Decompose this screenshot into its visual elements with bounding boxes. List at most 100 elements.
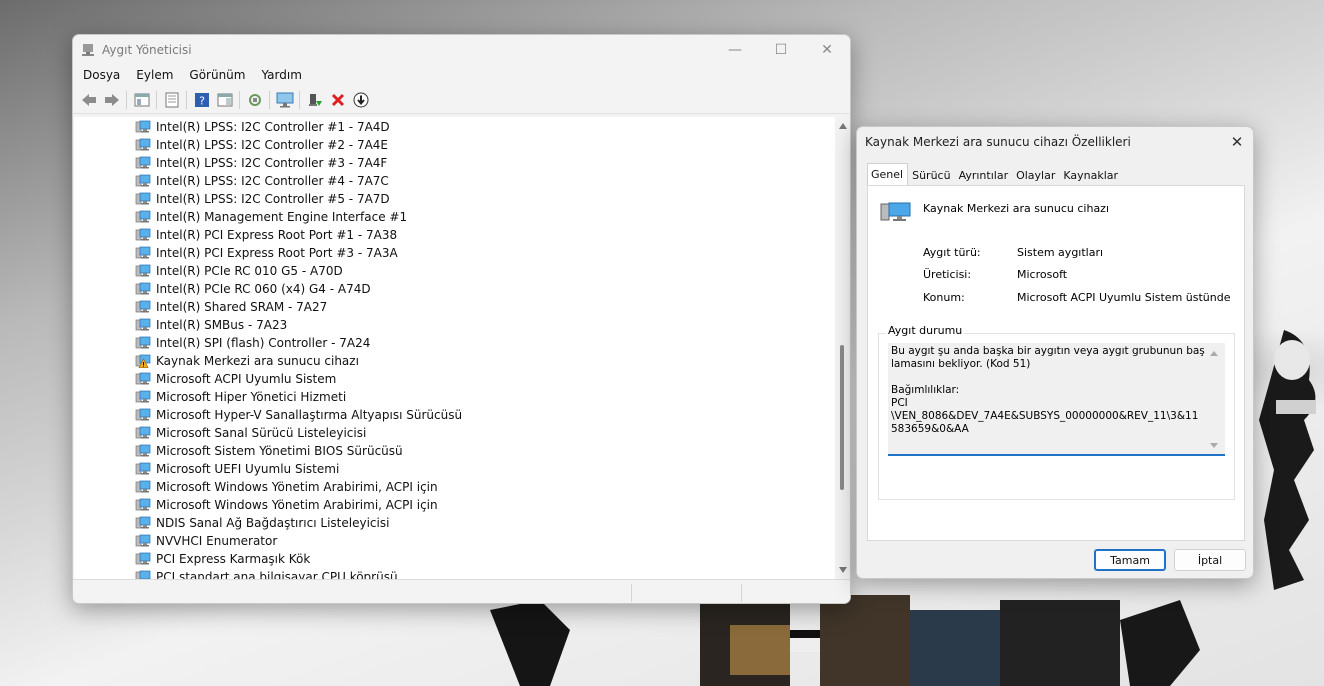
scroll-down-icon[interactable] xyxy=(839,567,847,573)
show-hide-console-tree-icon[interactable] xyxy=(132,90,152,110)
uninstall-device-icon[interactable] xyxy=(328,90,348,110)
forward-arrow-icon[interactable] xyxy=(102,90,122,110)
system-device-icon xyxy=(135,300,151,314)
back-arrow-icon[interactable] xyxy=(79,90,99,110)
system-device-icon xyxy=(135,426,151,440)
device-tree-item[interactable]: Intel(R) LPSS: I2C Controller #3 - 7A4F xyxy=(135,154,387,172)
device-tree-item[interactable]: Intel(R) SMBus - 7A23 xyxy=(135,316,287,334)
close-icon[interactable]: ✕ xyxy=(804,35,850,64)
device-tree-item[interactable]: Intel(R) LPSS: I2C Controller #5 - 7A7D xyxy=(135,190,390,208)
scroll-up-icon[interactable] xyxy=(839,123,847,129)
scroll-down-icon[interactable] xyxy=(1210,443,1218,448)
system-device-icon xyxy=(135,192,151,206)
tab-kaynaklar[interactable]: Kaynaklar xyxy=(1059,166,1122,185)
location-label: Konum: xyxy=(923,291,965,304)
tab-olaylar[interactable]: Olaylar xyxy=(1012,166,1059,185)
system-device-icon xyxy=(135,246,151,260)
properties-sheet-icon[interactable] xyxy=(162,90,182,110)
device-tree-item-label: Microsoft Windows Yönetim Arabirimi, ACP… xyxy=(156,480,438,494)
menu-eylem[interactable]: Eylem xyxy=(128,68,181,82)
system-device-icon xyxy=(135,444,151,458)
device-tree-item-label: Intel(R) LPSS: I2C Controller #4 - 7A7C xyxy=(156,174,389,188)
device-tree-item-label: Microsoft Windows Yönetim Arabirimi, ACP… xyxy=(156,498,438,512)
device-tree-item-label: PCI Express Karmaşık Kök xyxy=(156,552,311,566)
device-tree-item-label: NVVHCI Enumerator xyxy=(156,534,278,548)
system-device-icon xyxy=(135,480,151,494)
device-tree-item[interactable]: Microsoft Sistem Yönetimi BIOS Sürücüsü xyxy=(135,442,403,460)
device-name: Kaynak Merkezi ara sunucu cihazı xyxy=(923,202,1110,215)
menu-gorunum[interactable]: Görünüm xyxy=(181,68,253,82)
device-tree-item[interactable]: Intel(R) PCIe RC 010 G5 - A70D xyxy=(135,262,343,280)
device-tree-item-label: Intel(R) LPSS: I2C Controller #3 - 7A4F xyxy=(156,156,388,170)
toolbar: ? xyxy=(73,86,850,114)
device-tree-item[interactable]: Kaynak Merkezi ara sunucu cihazı xyxy=(135,352,359,370)
device-tree-item-label: Microsoft Hiper Yönetici Hizmeti xyxy=(156,390,347,404)
device-tree-item[interactable]: Microsoft Sanal Sürücü Listeleyicisi xyxy=(135,424,366,442)
device-tree-item[interactable]: NDIS Sanal Ağ Bağdaştırıcı Listeleyicisi xyxy=(135,514,389,532)
tab-surucu[interactable]: Sürücü xyxy=(908,166,954,185)
disable-device-icon[interactable] xyxy=(351,90,371,110)
wallpaper-art xyxy=(490,595,1200,686)
system-device-icon xyxy=(135,372,151,386)
device-tree-item-label: Intel(R) PCI Express Root Port #1 - 7A38 xyxy=(156,228,398,242)
device-tree-item[interactable]: Microsoft ACPI Uyumlu Sistem xyxy=(135,370,336,388)
device-type-label: Aygıt türü: xyxy=(923,246,981,259)
device-tree-item[interactable]: Intel(R) PCI Express Root Port #1 - 7A38 xyxy=(135,226,397,244)
device-tree-item-label: Microsoft UEFI Uyumlu Sistemi xyxy=(156,462,340,476)
device-tree-item-label: Intel(R) PCIe RC 060 (x4) G4 - A74D xyxy=(156,282,371,296)
device-tree-item-label: Intel(R) Shared SRAM - 7A27 xyxy=(156,300,328,314)
device-status-text: Bu aygıt şu anda başka bir aygıtın veya … xyxy=(891,345,1205,435)
device-tree-item[interactable]: Intel(R) Shared SRAM - 7A27 xyxy=(135,298,327,316)
device-tree-item[interactable]: Intel(R) LPSS: I2C Controller #2 - 7A4E xyxy=(135,136,388,154)
device-tree-item[interactable]: Intel(R) LPSS: I2C Controller #4 - 7A7C xyxy=(135,172,389,190)
menu-bar: Dosya Eylem Görünüm Yardım xyxy=(73,64,850,86)
close-icon[interactable]: ✕ xyxy=(1229,134,1245,150)
minimize-icon[interactable]: — xyxy=(712,35,758,64)
svg-text:?: ? xyxy=(199,94,205,107)
device-tree-item[interactable]: Intel(R) SPI (flash) Controller - 7A24 xyxy=(135,334,370,352)
location-value: Microsoft ACPI Uyumlu Sistem üstünde xyxy=(1017,291,1231,304)
update-driver-icon[interactable] xyxy=(305,90,325,110)
device-status-label: Aygıt durumu xyxy=(886,324,965,337)
device-tree-item[interactable]: Microsoft Windows Yönetim Arabirimi, ACP… xyxy=(135,496,438,514)
help-icon[interactable]: ? xyxy=(192,90,212,110)
device-tree-item[interactable]: Microsoft Windows Yönetim Arabirimi, ACP… xyxy=(135,478,438,496)
scan-hardware-changes-icon[interactable] xyxy=(245,90,265,110)
scroll-thumb[interactable] xyxy=(840,345,844,490)
device-tree-item[interactable]: Intel(R) PCI Express Root Port #3 - 7A3A xyxy=(135,244,398,262)
cancel-button[interactable]: İptal xyxy=(1174,549,1246,571)
system-device-icon xyxy=(135,120,151,134)
device-tree-item[interactable]: PCI standart ana bilgisayar CPU köprüsü xyxy=(135,568,398,579)
device-tree-item[interactable]: Microsoft Hiper Yönetici Hizmeti xyxy=(135,388,346,406)
menu-dosya[interactable]: Dosya xyxy=(75,68,128,82)
device-tree-item[interactable]: Intel(R) LPSS: I2C Controller #1 - 7A4D xyxy=(135,118,390,136)
device-status-textbox[interactable]: Bu aygıt şu anda başka bir aygıtın veya … xyxy=(888,343,1225,456)
scroll-up-icon[interactable] xyxy=(1210,351,1218,356)
device-tree-item-label: Kaynak Merkezi ara sunucu cihazı xyxy=(156,354,359,368)
device-tree-item[interactable]: PCI Express Karmaşık Kök xyxy=(135,550,310,568)
device-tree-item[interactable]: NVVHCI Enumerator xyxy=(135,532,277,550)
device-tree-item-label: NDIS Sanal Ağ Bağdaştırıcı Listeleyicisi xyxy=(156,516,390,530)
device-manager-title: Aygıt Yöneticisi xyxy=(102,42,192,57)
properties-titlebar[interactable]: Kaynak Merkezi ara sunucu cihazı Özellik… xyxy=(857,127,1253,157)
system-device-icon xyxy=(135,552,151,566)
device-tree-item[interactable]: Intel(R) Management Engine Interface #1 xyxy=(135,208,407,226)
manufacturer-value: Microsoft xyxy=(1017,268,1068,281)
ok-button[interactable]: Tamam xyxy=(1094,549,1166,571)
system-device-icon xyxy=(135,210,151,224)
action-pane-icon[interactable] xyxy=(215,90,235,110)
device-tree-item-label: Intel(R) LPSS: I2C Controller #5 - 7A7D xyxy=(156,192,390,206)
tree-scrollbar[interactable] xyxy=(835,117,850,579)
device-tree-item[interactable]: Microsoft UEFI Uyumlu Sistemi xyxy=(135,460,339,478)
menu-yardim[interactable]: Yardım xyxy=(253,68,309,82)
device-tree-item[interactable]: Microsoft Hyper-V Sanallaştırma Altyapıs… xyxy=(135,406,462,424)
monitor-icon[interactable] xyxy=(275,90,295,110)
tab-ayrintilar[interactable]: Ayrıntılar xyxy=(955,166,1013,185)
tab-genel[interactable]: Genel xyxy=(867,163,909,185)
device-tree-item-label: Microsoft Sanal Sürücü Listeleyicisi xyxy=(156,426,367,440)
system-device-icon xyxy=(135,534,151,548)
device-tree-item[interactable]: Intel(R) PCIe RC 060 (x4) G4 - A74D xyxy=(135,280,371,298)
system-device-icon xyxy=(880,202,911,221)
maximize-icon[interactable]: ☐ xyxy=(758,35,804,64)
system-device-icon xyxy=(135,390,151,404)
